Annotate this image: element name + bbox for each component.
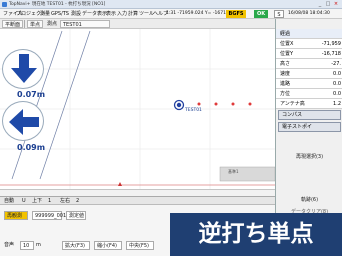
info-value: 0.0 — [333, 91, 341, 97]
menu-stakeout[interactable]: 測設 — [71, 10, 81, 18]
single-point-button[interactable]: 単点 — [27, 20, 44, 28]
menu-calc[interactable]: 計算 — [128, 10, 138, 18]
history-select-button[interactable]: 再現選択(3) — [282, 151, 337, 163]
maximize-button[interactable]: □ — [324, 1, 332, 7]
voice-value[interactable]: 10 — [20, 241, 34, 250]
point-name-label: 測点 — [47, 21, 58, 27]
info-row: 高さ -27. — [276, 59, 342, 69]
toolbar: 平断面 単点 測点 TEST01 — [0, 19, 275, 29]
close-button[interactable]: × — [332, 1, 340, 7]
info-value: -16,718 — [321, 51, 341, 57]
title-bar: TopNavi+ 現在地 TEST01 - 杭打ち現況 [NO1] _ □ × — [0, 0, 342, 9]
remeasure-button[interactable]: 再観測 — [4, 211, 28, 220]
zoom-out-button[interactable]: 縮小(F4) — [94, 241, 122, 250]
tab-other[interactable]: 電子ストポイ — [278, 122, 341, 132]
info-key: アンテナ高 — [280, 101, 305, 107]
target-point-icon[interactable] — [173, 99, 185, 111]
bottom-tabs: 自動 U 上下 1 左右 2 — [0, 197, 275, 205]
tab-compass[interactable]: コンパス — [278, 110, 341, 120]
tab-leftright[interactable]: 左右 — [60, 197, 70, 205]
menu-tools[interactable]: ツール — [139, 10, 154, 18]
info-value: 0.0 — [333, 71, 341, 77]
panel-header: 経過 — [276, 29, 342, 39]
info-row: 位置Y -16,718 — [276, 49, 342, 59]
view-mode-button[interactable]: 平断面 — [2, 20, 24, 28]
tab-updown-value[interactable]: 1 — [48, 197, 51, 205]
clock: 16/08/08 18:04:30 — [288, 11, 330, 16]
center-button[interactable]: 中央(F5) — [126, 241, 154, 250]
point-name-field[interactable]: TEST01 — [60, 20, 110, 28]
tab-u[interactable]: U — [22, 197, 26, 205]
menu-gps-ts[interactable]: GPS/TS — [51, 10, 69, 18]
info-key: 位置X — [280, 41, 294, 47]
info-row: 速度 0.0 — [276, 69, 342, 79]
base-line-label: 基準1 — [228, 169, 239, 174]
track-button[interactable]: 軌跡(6) — [282, 194, 337, 206]
status-strip — [0, 189, 275, 196]
info-key: 速度 — [280, 71, 291, 77]
arrow-down-icon — [11, 54, 37, 83]
point-name-input[interactable]: 999999_001 — [32, 211, 66, 220]
map-canvas[interactable]: 0.07m 0.09m TEST01 基準1 — [0, 29, 275, 189]
menu-view[interactable]: 表示 — [106, 10, 116, 18]
tab-other-label: 電子ストポイ — [282, 124, 313, 130]
info-row: 方位 0.0 — [276, 89, 342, 99]
app-icon — [2, 2, 7, 7]
menu-data-view[interactable]: データ表示 — [82, 10, 107, 18]
voice-label: 音声 — [4, 242, 15, 248]
fix-status-badge: BGFS — [226, 10, 246, 18]
north-distance: 0.07m — [17, 90, 46, 99]
info-row: 進路 0.0 — [276, 79, 342, 89]
satellite-icon: S — [274, 10, 284, 18]
voice-unit: m — [36, 242, 41, 248]
menu-bar: ファイル プロジェクト 測量 GPS/TS 測設 データ表示 表示 入力 計算 … — [0, 9, 342, 19]
info-value: -27. — [331, 61, 341, 67]
arrow-left-icon — [9, 109, 39, 135]
measure-value-button[interactable]: 測定値 — [66, 211, 86, 220]
offset-line — [39, 30, 91, 180]
info-value: 1.2 — [333, 101, 341, 107]
info-row: 位置X -71,959 — [276, 39, 342, 49]
west-distance: 0.09m — [17, 143, 46, 152]
tab-updown[interactable]: 上下 — [32, 197, 42, 205]
caption-banner: 逆打ち単点 — [170, 213, 342, 256]
menu-survey[interactable]: 測量 — [40, 10, 50, 18]
west-offset-indicator — [2, 101, 44, 141]
north-offset-indicator — [2, 49, 44, 89]
info-row: アンテナ高 1.2 — [276, 99, 342, 109]
tab-compass-label: コンパス — [282, 112, 303, 118]
window-title: TopNavi+ 現在地 TEST01 - 杭打ち現況 [NO1] — [9, 2, 106, 7]
panel-header-label: 経過 — [280, 31, 291, 37]
menu-input[interactable]: 入力 — [117, 10, 127, 18]
info-key: 位置Y — [280, 51, 294, 57]
zoom-in-button[interactable]: 拡大(F3) — [62, 241, 90, 250]
tab-auto[interactable]: 自動 — [4, 197, 14, 205]
info-key: 方位 — [280, 91, 291, 97]
minimize-button[interactable]: _ — [316, 1, 324, 7]
ok-status-badge: OK — [254, 10, 268, 18]
info-value: 0.0 — [333, 81, 341, 87]
info-value: -71,959 — [321, 41, 341, 47]
info-key: 進路 — [280, 81, 291, 87]
toolbar-separator — [24, 20, 25, 28]
tab-leftright-value[interactable]: 2 — [76, 197, 79, 205]
target-point-label: TEST01 — [185, 108, 202, 113]
info-key: 高さ — [280, 61, 291, 67]
caption-text: 逆打ち単点 — [198, 221, 314, 247]
